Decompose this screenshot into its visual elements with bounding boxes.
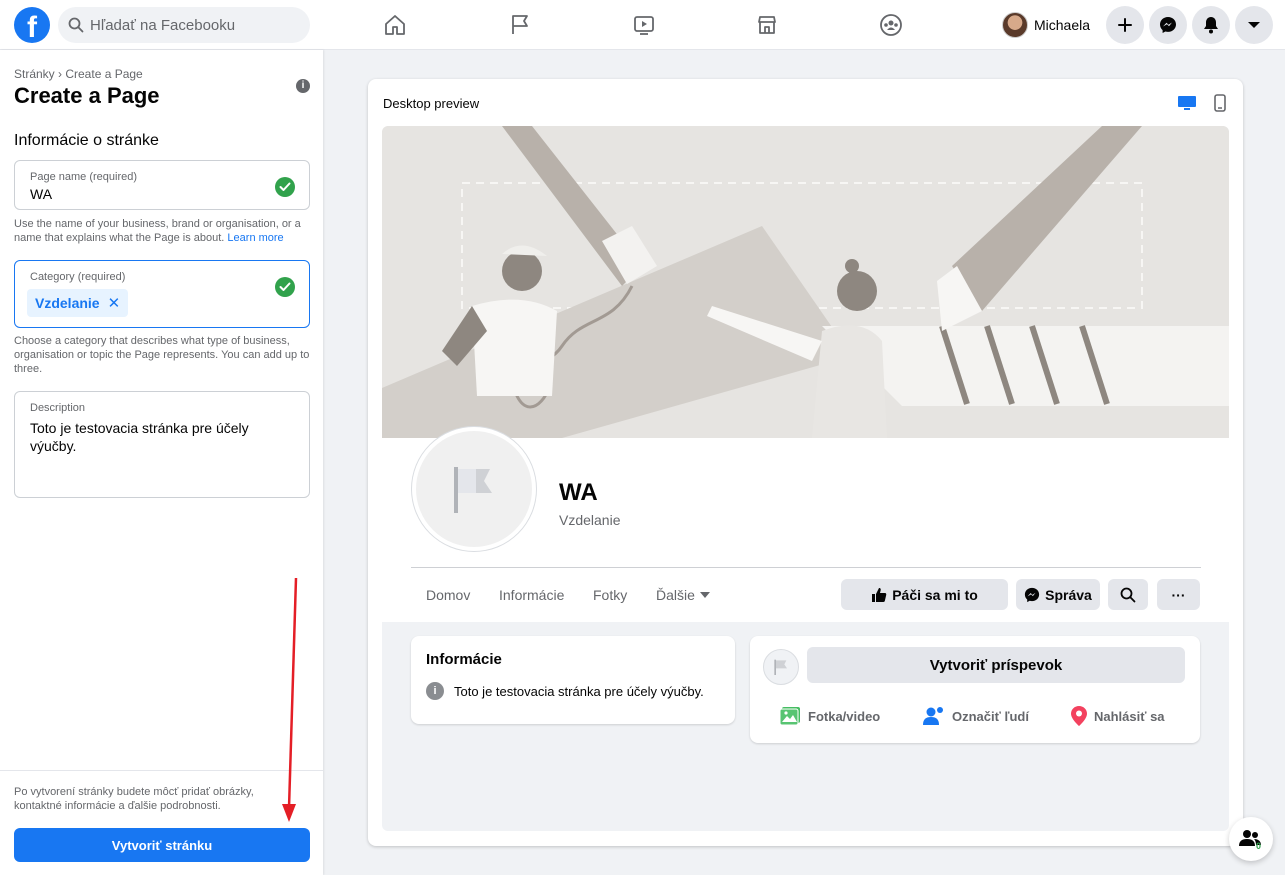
tag-people-icon (923, 707, 943, 725)
photo-icon (779, 707, 800, 726)
info-text: Toto je testovacia stránka pre účely výu… (454, 683, 704, 699)
section-title: Informácie o stránke (14, 132, 159, 149)
category-label: Category (required) (30, 271, 126, 283)
search-bar[interactable] (58, 7, 310, 43)
divider (411, 567, 1201, 568)
photo-video-label: Fotka/video (808, 708, 881, 724)
search-page-button[interactable] (1108, 579, 1148, 610)
caret-down-icon[interactable] (1235, 6, 1273, 44)
check-in-option[interactable]: Nahlásiť sa (1071, 706, 1165, 726)
profile-name: Michaela (1034, 17, 1091, 33)
flag-placeholder-icon (454, 467, 492, 513)
breadcrumb[interactable]: Stránky › Create a Page (14, 67, 143, 81)
home-icon[interactable] (380, 10, 410, 40)
preview-page-name: WA (559, 479, 598, 506)
people-badge: 0 (1256, 841, 1262, 851)
page-header: WA Vzdelanie Domov Informácie Fotky Ďalš… (382, 126, 1229, 622)
search-icon (68, 17, 84, 33)
create-post-card: Vytvoriť príspevok Fotka/video Označiť ľ… (750, 636, 1200, 743)
preview-body: WA Vzdelanie Domov Informácie Fotky Ďalš… (382, 126, 1229, 831)
info-card: Informácie i Toto je testovacia stránka … (411, 636, 735, 724)
search-input[interactable] (90, 16, 290, 34)
page-title: Create a Page (14, 83, 160, 108)
like-label: Páči sa mi to (892, 586, 978, 603)
tab-domov[interactable]: Domov (426, 587, 470, 603)
tab-dalsie-label: Ďalšie (656, 587, 695, 603)
top-navigation-bar: f Michaela (0, 0, 1285, 50)
tab-informacie[interactable]: Informácie (499, 587, 564, 603)
description-label: Description (30, 402, 86, 414)
page-name-field[interactable]: Page name (required) WA (14, 160, 310, 210)
avatar (1002, 12, 1028, 38)
tag-people-option[interactable]: Označiť ľudí (923, 706, 1029, 726)
cover-photo (382, 126, 1229, 438)
learn-more-link[interactable]: Learn more (227, 232, 283, 244)
create-page-panel: Stránky › Create a Page Create a Page i … (0, 50, 323, 875)
flag-placeholder-icon (774, 659, 787, 675)
page-name-help: Use the name of your business, brand or … (14, 218, 301, 244)
check-in-label: Nahlásiť sa (1094, 708, 1165, 724)
page-avatar (763, 649, 799, 685)
create-page-button[interactable]: Vytvoriť stránku (14, 828, 310, 862)
photo-video-option[interactable]: Fotka/video (779, 706, 880, 726)
messenger-icon (1025, 587, 1040, 602)
caret-down-icon (699, 592, 710, 598)
category-chip-label: Vzdelanie (35, 295, 100, 311)
info-icon: i (426, 682, 444, 700)
flag-icon[interactable] (505, 10, 535, 40)
check-icon (275, 177, 295, 197)
plus-icon[interactable] (1106, 6, 1144, 44)
facebook-logo[interactable]: f (14, 7, 50, 43)
close-icon[interactable]: ✕ (108, 294, 121, 312)
more-options-button[interactable]: ··· (1157, 579, 1200, 610)
tab-fotky[interactable]: Fotky (593, 587, 627, 603)
create-post-button[interactable]: Vytvoriť príspevok (807, 647, 1185, 683)
search-icon (1120, 587, 1136, 602)
profile-chip[interactable]: Michaela (1002, 10, 1090, 40)
left-footer: Po vytvorení stránky budete môcť pridať … (0, 770, 323, 875)
info-card-title: Informácie (426, 651, 502, 668)
contacts-button[interactable]: 0 (1229, 817, 1273, 861)
message-button[interactable]: Správa (1016, 579, 1100, 610)
video-icon[interactable] (629, 10, 659, 40)
thumbs-up-icon (872, 587, 887, 602)
page-name-label: Page name (required) (30, 171, 138, 183)
info-icon[interactable]: i (296, 79, 310, 93)
like-button[interactable]: Páči sa mi to (841, 579, 1008, 610)
desktop-icon[interactable] (1176, 93, 1198, 113)
preview-title: Desktop preview (383, 96, 480, 111)
preview-page-category: Vzdelanie (559, 512, 621, 528)
page-name-value[interactable]: WA (30, 186, 52, 202)
desktop-preview-card: Desktop preview WA Vzdelanie Domov Infor… (368, 79, 1243, 846)
groups-icon[interactable] (876, 10, 906, 40)
tab-dalsie[interactable]: Ďalšie (656, 587, 710, 603)
marketplace-icon[interactable] (752, 10, 782, 40)
location-pin-icon (1071, 706, 1087, 726)
category-field[interactable]: Category (required) Vzdelanie ✕ (14, 260, 310, 328)
tag-people-label: Označiť ľudí (952, 708, 1029, 724)
check-icon (275, 277, 295, 297)
messenger-icon[interactable] (1149, 6, 1187, 44)
profile-picture[interactable] (412, 427, 536, 551)
category-help: Choose a category that describes what ty… (14, 335, 310, 375)
mobile-icon[interactable] (1209, 93, 1231, 113)
info-row: i Toto je testovacia stránka pre účely v… (426, 682, 704, 700)
bell-icon[interactable] (1192, 6, 1230, 44)
category-chip[interactable]: Vzdelanie ✕ (27, 289, 129, 317)
message-label: Správa (1045, 586, 1092, 603)
description-value[interactable]: Toto je testovacia stránka pre účely výu… (30, 419, 290, 455)
description-field[interactable]: Description Toto je testovacia stránka p… (14, 391, 310, 498)
footer-note: Po vytvorení stránky budete môcť pridať … (14, 786, 254, 812)
